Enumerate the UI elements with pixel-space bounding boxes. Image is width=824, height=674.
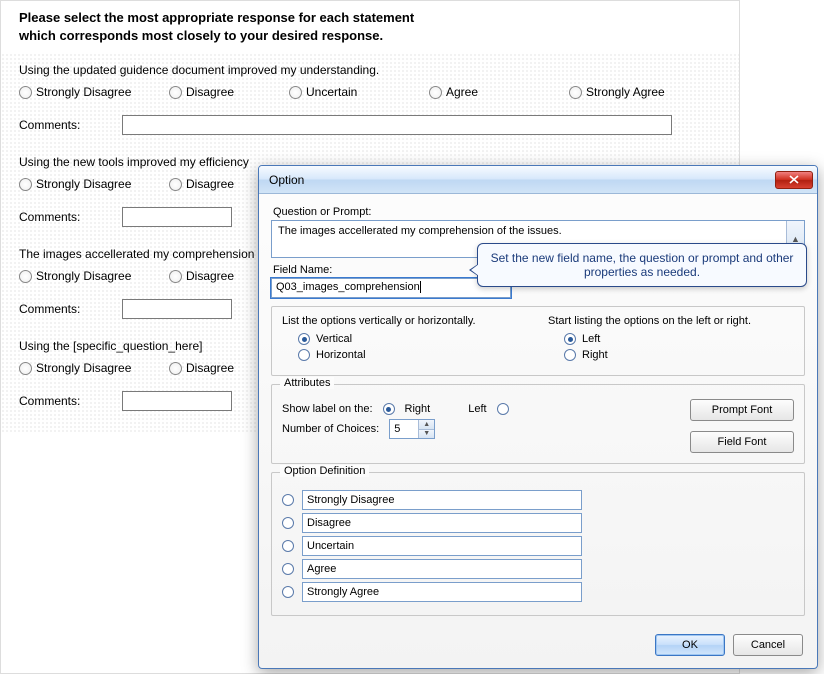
list-side-label: Start listing the options on the left or… [548, 315, 794, 327]
q3-opt0-label: Strongly Disagree [36, 269, 131, 283]
optdef-radio-4[interactable] [282, 586, 294, 598]
close-button[interactable] [775, 171, 813, 189]
left-label: Left [582, 333, 600, 345]
num-choices-input[interactable]: 5 ▲ ▼ [389, 419, 435, 439]
cancel-button[interactable]: Cancel [733, 634, 803, 656]
instruction-callout: Set the new field name, the question or … [477, 243, 807, 287]
vertical-radio[interactable] [298, 333, 310, 345]
dialog-title: Option [269, 173, 304, 187]
horizontal-radio[interactable] [298, 349, 310, 361]
q2-comments-input[interactable] [122, 207, 232, 227]
optdef-input-2[interactable] [302, 536, 582, 556]
optdef-input-4[interactable] [302, 582, 582, 602]
q4-comments-input[interactable] [122, 391, 232, 411]
q1-opt3-radio[interactable] [429, 86, 442, 99]
q3-opt1-label: Disagree [186, 269, 234, 283]
list-orientation-label: List the options vertically or horizonta… [282, 315, 528, 327]
q1-opt0-label: Strongly Disagree [36, 85, 131, 99]
close-icon [789, 175, 799, 184]
prompt-font-button[interactable]: Prompt Font [690, 399, 794, 421]
show-label-left-text: Left [468, 403, 486, 415]
q3-comments-input[interactable] [122, 299, 232, 319]
optdef-input-0[interactable] [302, 490, 582, 510]
q1-opt2-radio[interactable] [289, 86, 302, 99]
horizontal-label: Horizontal [316, 349, 366, 361]
q4-opt1-label: Disagree [186, 361, 234, 375]
q1-prompt: Using the updated guidence document impr… [19, 63, 727, 77]
q1-comments-label: Comments: [19, 118, 114, 132]
q1-opt0-radio[interactable] [19, 86, 32, 99]
q3-opt1-radio[interactable] [169, 270, 182, 283]
q3-comments-label: Comments: [19, 302, 114, 316]
q2-opt1-label: Disagree [186, 177, 234, 191]
q1-opt4-label: Strongly Agree [586, 85, 665, 99]
q1-opt2-label: Uncertain [306, 85, 357, 99]
question-prompt-label: Question or Prompt: [273, 206, 805, 218]
q1-opt1-radio[interactable] [169, 86, 182, 99]
q2-opt1-radio[interactable] [169, 178, 182, 191]
q2-comments-label: Comments: [19, 210, 114, 224]
num-choices-label: Number of Choices: [282, 423, 379, 435]
q4-opt0-label: Strongly Disagree [36, 361, 131, 375]
q4-comments-label: Comments: [19, 394, 114, 408]
optdef-radio-2[interactable] [282, 540, 294, 552]
option-dialog: Option Question or Prompt: The images ac… [258, 165, 818, 669]
optdef-radio-3[interactable] [282, 563, 294, 575]
attributes-group-title: Attributes [280, 377, 334, 389]
q2-opt0-radio[interactable] [19, 178, 32, 191]
option-definition-group-title: Option Definition [280, 465, 369, 477]
spin-up-icon[interactable]: ▲ [418, 420, 434, 430]
field-name-input[interactable]: Q03_images_comprehension [271, 278, 511, 298]
ok-button[interactable]: OK [655, 634, 725, 656]
q1-opt1-label: Disagree [186, 85, 234, 99]
right-radio[interactable] [564, 349, 576, 361]
optdef-radio-0[interactable] [282, 494, 294, 506]
show-label-left-radio[interactable] [497, 403, 509, 415]
q1-comments-input[interactable] [122, 115, 672, 135]
spin-down-icon[interactable]: ▼ [418, 430, 434, 439]
form-header-line1: Please select the most appropriate respo… [19, 10, 414, 25]
optdef-radio-1[interactable] [282, 517, 294, 529]
optdef-input-1[interactable] [302, 513, 582, 533]
right-label: Right [582, 349, 608, 361]
q1-opt4-radio[interactable] [569, 86, 582, 99]
show-label-right-radio[interactable] [383, 403, 395, 415]
q4-opt1-radio[interactable] [169, 362, 182, 375]
vertical-label: Vertical [316, 333, 352, 345]
show-label-right-text: Right [405, 403, 431, 415]
q2-opt0-label: Strongly Disagree [36, 177, 131, 191]
q3-opt0-radio[interactable] [19, 270, 32, 283]
left-radio[interactable] [564, 333, 576, 345]
q1-opt3-label: Agree [446, 85, 478, 99]
field-font-button[interactable]: Field Font [690, 431, 794, 453]
show-label-label: Show label on the: [282, 403, 373, 415]
q4-opt0-radio[interactable] [19, 362, 32, 375]
form-header-line2: which corresponds most closely to your d… [19, 28, 383, 43]
optdef-input-3[interactable] [302, 559, 582, 579]
